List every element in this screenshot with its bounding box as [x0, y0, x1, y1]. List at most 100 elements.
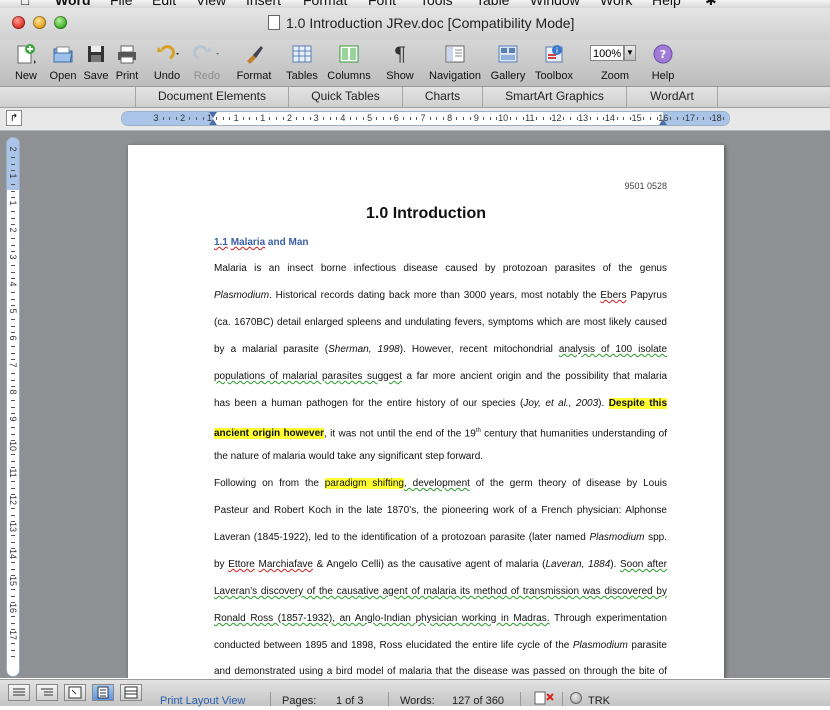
ruler-tick — [389, 117, 391, 120]
draft-view-button[interactable] — [8, 684, 30, 701]
tab-charts[interactable]: Charts — [402, 87, 482, 107]
minimize-window-button[interactable] — [33, 16, 46, 29]
save-button[interactable]: Save — [80, 40, 112, 86]
ruler-tick — [376, 117, 378, 120]
navigation-button[interactable]: Navigation — [424, 40, 486, 86]
ruler-number: 13 — [578, 113, 589, 123]
paragraph-2-line-3: Laveran (1845-1922), led to the identifi… — [214, 532, 667, 544]
document-page[interactable]: 9501 0528 1.0 Introduction 1.1 Malaria a… — [128, 145, 724, 678]
format-button[interactable]: Format — [232, 40, 276, 86]
ruler-tick — [282, 117, 284, 120]
menu-app-word[interactable]: Word — [55, 0, 91, 8]
vertical-ruler[interactable]: 2 1 1 2 3 4 5 6 7 8 9 10 11 12 13 14 15 16 17 — [6, 137, 20, 677]
status-divider — [562, 692, 563, 706]
ruler-tick — [336, 117, 338, 120]
gallery-button[interactable]: Gallery — [488, 40, 528, 86]
ruler-number: 6 — [393, 113, 399, 123]
paragraph-1-line-5: populations of malarial parasites sugges… — [214, 371, 667, 383]
help-button[interactable]: ? Help — [646, 40, 680, 86]
ruler-tick — [269, 117, 271, 120]
menu-format[interactable]: Format — [303, 0, 347, 8]
text-run: Through experimentation — [549, 613, 667, 624]
new-button[interactable]: New — [6, 40, 46, 86]
outline-view-button[interactable] — [36, 684, 58, 701]
undo-button[interactable]: Undo — [146, 40, 188, 86]
pages-count[interactable]: 1 of 3 — [336, 695, 364, 707]
status-divider — [270, 692, 271, 706]
vruler-tick — [11, 487, 15, 489]
ruler-tick — [443, 117, 445, 120]
grammar-flag: Laveran’s discovery of the causative age… — [214, 586, 667, 597]
menu-help[interactable]: Help — [652, 0, 681, 8]
proofing-error-icon[interactable] — [534, 691, 558, 710]
zoom-control[interactable]: 100% ▼ Zoom — [590, 40, 640, 86]
columns-button[interactable]: Columns — [322, 40, 376, 86]
table-grid-icon — [292, 45, 312, 63]
publishing-layout-icon — [68, 686, 82, 699]
ruler-tick — [162, 117, 164, 120]
svg-text:i: i — [556, 46, 558, 55]
toolbox-icon: i — [545, 45, 563, 63]
printer-icon — [118, 45, 136, 64]
menu-file[interactable]: File — [110, 0, 133, 8]
tab-smartart-graphics[interactable]: SmartArt Graphics — [482, 87, 626, 107]
menu-insert[interactable]: Insert — [246, 0, 281, 8]
menu-tools[interactable]: Tools — [420, 0, 453, 8]
menu-edit[interactable]: Edit — [152, 0, 176, 8]
zoom-window-button[interactable] — [54, 16, 67, 29]
ruler-number: 15 — [631, 113, 642, 123]
indent-marker-icon[interactable] — [209, 112, 217, 118]
tab-quick-tables[interactable]: Quick Tables — [288, 87, 402, 107]
close-window-button[interactable] — [12, 16, 25, 29]
toolbox-button[interactable]: i Toolbox — [530, 40, 578, 86]
ruler-tick — [302, 117, 304, 120]
zoom-dropdown-icon[interactable]: ▼ — [624, 45, 636, 61]
notebook-view-button[interactable] — [120, 684, 142, 701]
ruler-tick — [456, 117, 458, 120]
indent-marker-icon[interactable] — [209, 119, 217, 125]
words-count[interactable]: 127 of 360 — [452, 695, 504, 707]
open-button[interactable]: Open — [46, 40, 80, 86]
apple-icon[interactable]:  — [20, 0, 31, 8]
tables-button[interactable]: Tables — [282, 40, 322, 86]
text-run: ). However, recent mitochondrial — [399, 344, 559, 355]
vruler-number: 9 — [8, 416, 18, 422]
vruler-number: 2 — [8, 146, 18, 152]
menu-work[interactable]: Work — [600, 0, 632, 8]
window-title-text: 1.0 Introduction JRev.doc [Compatibility… — [286, 15, 575, 31]
horizontal-ruler[interactable]: 3 2 1 1 1 2 3 4 5 6 7 8 9 10 11 12 13 14 15 16 17 18 — [121, 111, 730, 126]
menu-window[interactable]: Window — [530, 0, 580, 8]
vruler-number: 1 — [8, 173, 18, 179]
zoom-value-field[interactable]: 100% — [590, 45, 624, 61]
script-menu-icon[interactable]: ✱ — [705, 0, 717, 8]
vruler-tick — [11, 271, 15, 273]
tab-stop-selector-icon[interactable]: ↱ — [6, 110, 22, 126]
highlighted-text: paradigm shifting — [324, 478, 404, 489]
document-workspace: 2 1 1 2 3 4 5 6 7 8 9 10 11 12 13 14 15 16 17 9501 0528 1.… — [0, 131, 830, 678]
show-button[interactable]: ¶ Show — [382, 40, 418, 86]
menu-view[interactable]: View — [196, 0, 226, 8]
redo-button[interactable]: Redo — [188, 40, 226, 86]
ruler-tick — [649, 117, 651, 120]
format-brush-icon — [247, 46, 263, 64]
tables-label: Tables — [286, 70, 318, 82]
track-changes-label[interactable]: TRK — [588, 695, 610, 707]
track-changes-indicator-icon[interactable] — [570, 692, 582, 704]
paragraph-2-line-8: and demonstrated using a bird model of m… — [214, 666, 667, 677]
ruler-bar: ↱ 3 2 1 1 1 2 3 4 5 6 7 8 9 10 11 12 13 14 15 16 17 18 — [0, 108, 830, 131]
vruler-tick — [11, 345, 15, 347]
print-label: Print — [115, 70, 139, 82]
indent-marker-icon[interactable] — [659, 119, 667, 125]
tab-wordart[interactable]: WordArt — [626, 87, 718, 107]
print-button[interactable]: Print — [112, 40, 142, 86]
publishing-layout-view-button[interactable] — [64, 684, 86, 701]
ruler-tick — [589, 117, 591, 120]
text-run: of the germ theory of disease by Louis — [469, 478, 667, 489]
print-layout-view-button[interactable] — [92, 684, 114, 701]
menu-bar:  Word File Edit View Insert Format Font… — [0, 0, 830, 8]
menu-font[interactable]: Font — [368, 0, 396, 8]
tab-document-elements[interactable]: Document Elements — [135, 87, 288, 107]
paragraph-1-line-2: Plasmodium. Historical records dating ba… — [214, 290, 667, 302]
menu-table[interactable]: Table — [476, 0, 509, 8]
vruler-number: 10 — [8, 441, 18, 452]
